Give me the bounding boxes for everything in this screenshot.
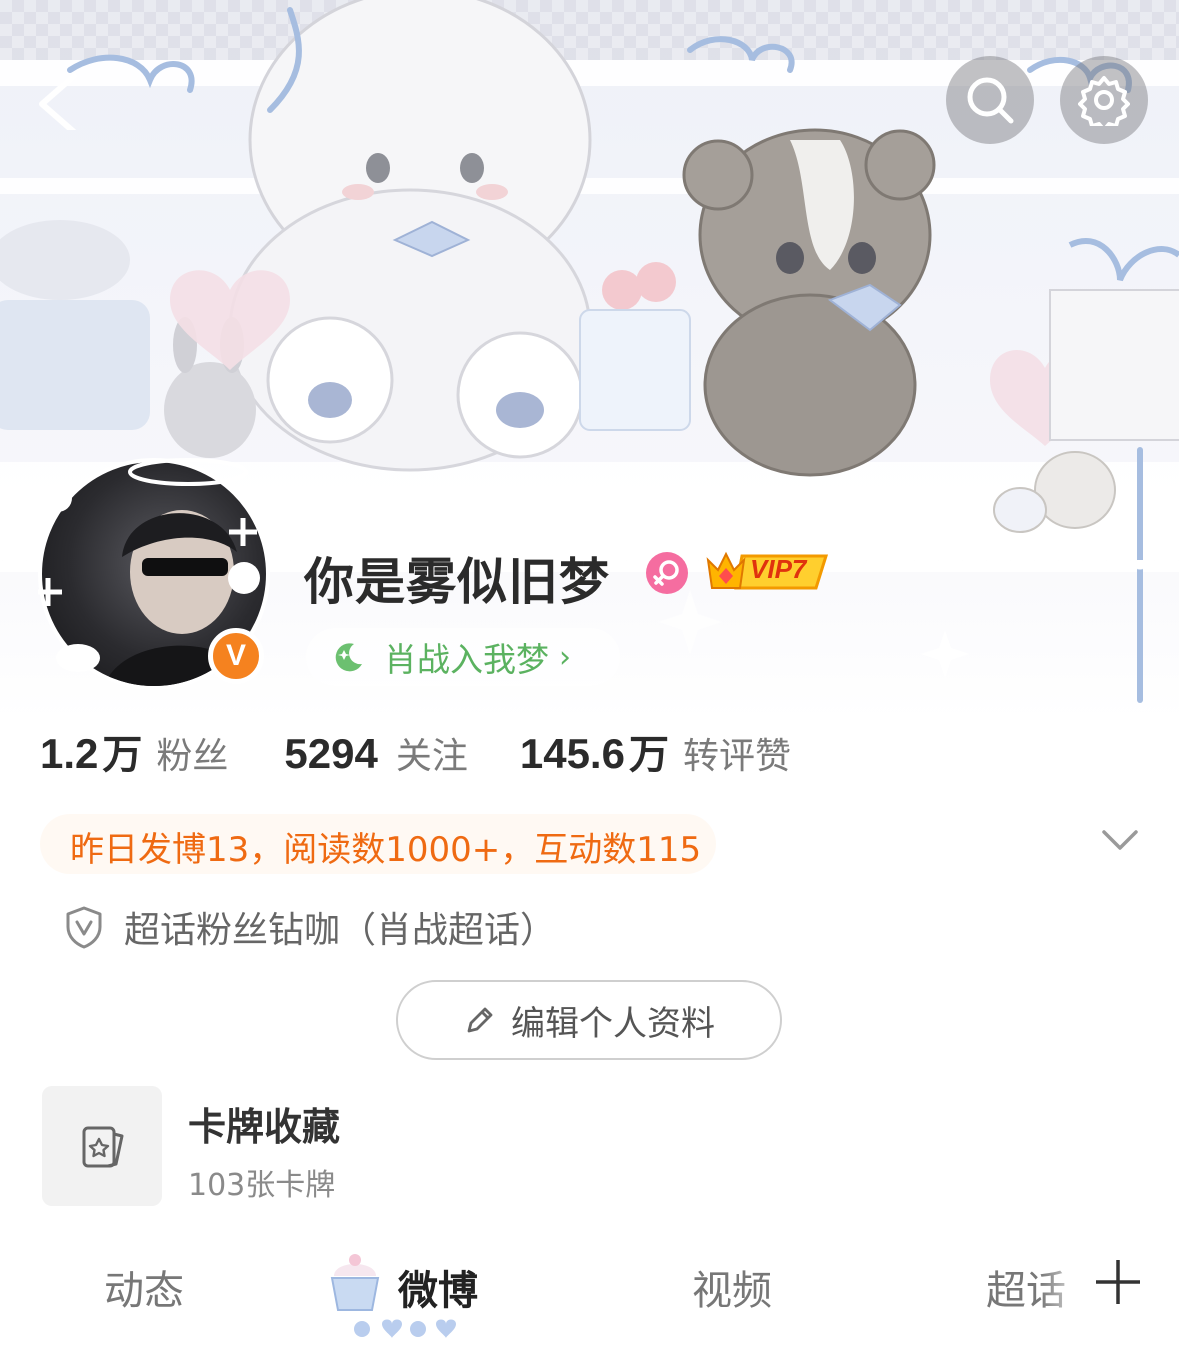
stat-interactions-number: 145.6 bbox=[519, 730, 625, 777]
stat-following[interactable]: 5294 关注 bbox=[284, 727, 467, 779]
supertopic-tag[interactable]: 肖战入我梦 › bbox=[306, 628, 620, 686]
search-icon bbox=[967, 77, 1014, 124]
stat-following-label: 关注 bbox=[395, 736, 468, 777]
tabs-fade-overlay bbox=[1040, 1250, 1090, 1320]
search-button[interactable] bbox=[946, 56, 1034, 144]
tab-video[interactable]: 视频 bbox=[692, 1258, 772, 1316]
supertopic-tag-label: 肖战入我梦 bbox=[384, 640, 549, 679]
stat-followers[interactable]: 1.2 万 粉丝 bbox=[40, 722, 228, 780]
cupcake-icon bbox=[330, 1254, 380, 1311]
edit-profile-button[interactable]: 编辑个人资料 bbox=[396, 980, 782, 1060]
chevron-right-icon: › bbox=[559, 639, 571, 675]
verified-badge: V bbox=[208, 628, 264, 684]
stat-followers-unit: 万 bbox=[102, 732, 143, 778]
username: 你是雾似旧梦 bbox=[304, 553, 610, 611]
chevron-down-icon[interactable] bbox=[1100, 826, 1140, 856]
card-collection-icon-box[interactable] bbox=[42, 1086, 162, 1206]
back-button[interactable] bbox=[30, 70, 90, 135]
stat-followers-label: 粉丝 bbox=[156, 736, 229, 777]
activity-summary-text: 昨日发博13，阅读数1000+，互动数115 bbox=[70, 830, 702, 870]
stat-interactions-unit: 万 bbox=[628, 732, 669, 778]
fan-honor-text: 超话粉丝钻咖（肖战超话） bbox=[124, 910, 557, 951]
vip-badge[interactable]: VIP7 bbox=[704, 548, 832, 594]
card-collection-title[interactable]: 卡牌收藏 bbox=[188, 1096, 340, 1151]
card-collection-count: 103张卡牌 bbox=[188, 1168, 336, 1203]
stats-row: 1.2 万 粉丝 5294 关注 145.6 万 转评赞 bbox=[40, 722, 791, 782]
plus-icon[interactable] bbox=[1094, 1258, 1142, 1306]
settings-button[interactable] bbox=[1060, 56, 1148, 144]
avatar-container[interactable]: V bbox=[38, 458, 270, 690]
vip-level: VIP7 bbox=[750, 554, 807, 584]
stat-followers-number: 1.2 bbox=[40, 730, 99, 777]
card-star-icon bbox=[82, 1126, 124, 1168]
edit-profile-label: 编辑个人资料 bbox=[511, 1003, 715, 1044]
tab-dynamics[interactable]: 动态 bbox=[104, 1258, 184, 1316]
settings-icon bbox=[1078, 76, 1130, 126]
fan-honor-row[interactable]: 超话粉丝钻咖（肖战超话） bbox=[64, 902, 556, 952]
tab-weibo[interactable]: 微博 bbox=[398, 1258, 478, 1316]
stat-following-number: 5294 bbox=[284, 730, 378, 777]
back-icon bbox=[39, 73, 77, 135]
active-tab-indicator bbox=[354, 1319, 456, 1338]
profile-tabs: 动态 微博 视频 超话 bbox=[0, 1240, 1179, 1347]
stat-interactions-label: 转评赞 bbox=[682, 736, 791, 777]
stat-interactions[interactable]: 145.6 万 转评赞 bbox=[520, 722, 791, 780]
pencil-icon bbox=[467, 1007, 493, 1033]
moon-icon bbox=[335, 643, 362, 672]
shield-v-icon bbox=[66, 906, 102, 949]
female-icon bbox=[646, 552, 688, 594]
